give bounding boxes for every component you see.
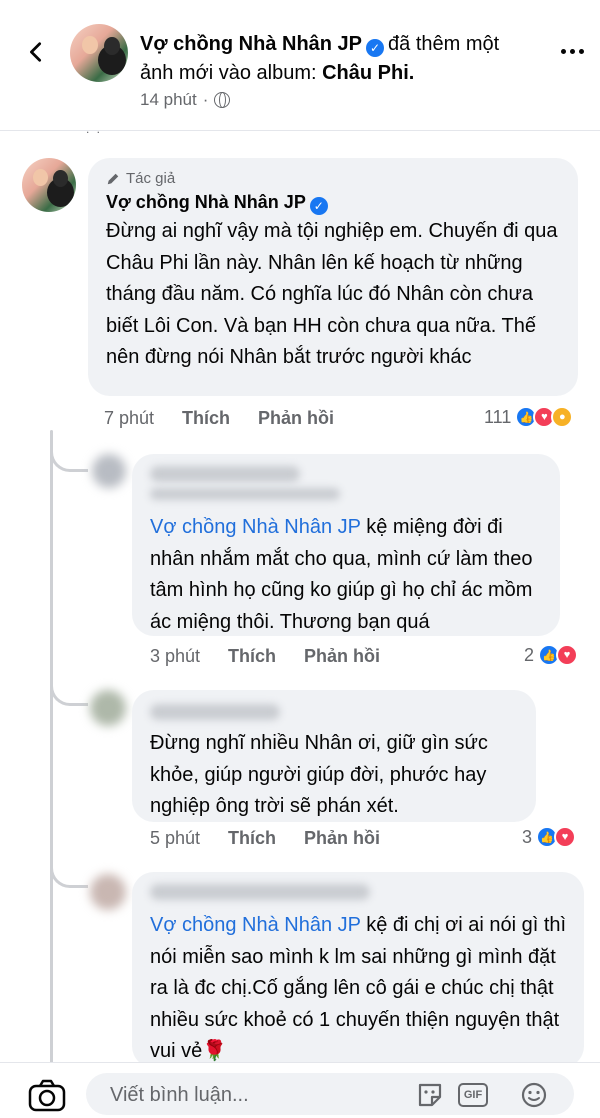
reply-bubble[interactable]: Vợ chồng Nhà Nhân JP kệ miệng đời đi nhâ… bbox=[132, 454, 560, 636]
comment-input[interactable]: Viết bình luận... GIF bbox=[86, 1073, 574, 1115]
reply-actions: 3 phút Thích Phản hồi bbox=[150, 646, 380, 667]
ellipsis-marker: . . bbox=[86, 122, 103, 136]
reply-avatar[interactable] bbox=[90, 874, 126, 910]
globe-icon bbox=[214, 92, 231, 108]
like-button[interactable]: Thích bbox=[182, 408, 230, 429]
reply-time[interactable]: 5 phút bbox=[150, 828, 200, 849]
reaction-count: 111 bbox=[484, 406, 512, 427]
comment-actions: 7 phút Thích Phản hồi bbox=[104, 408, 334, 429]
reply-author-name[interactable] bbox=[150, 884, 370, 900]
reply-button[interactable]: Phản hồi bbox=[304, 828, 380, 849]
reaction-summary[interactable]: 2 👍 ♥ bbox=[524, 644, 579, 666]
post-title: Vợ chồng Nhà Nhân JP ✓ đã thêm một ảnh mới… bbox=[140, 30, 520, 88]
thread-connector bbox=[50, 852, 88, 888]
reply-avatar[interactable] bbox=[90, 690, 126, 726]
chevron-left-icon bbox=[30, 42, 42, 62]
comment-placeholder: Viết bình luận... bbox=[110, 1084, 249, 1106]
reaction-count: 2 bbox=[524, 644, 535, 665]
post-header: Vợ chồng Nhà Nhân JP ✓ đã thêm một ảnh mới… bbox=[0, 0, 600, 130]
care-reaction-icon: ● bbox=[551, 406, 574, 428]
reaction-summary[interactable]: 3 👍 ♥ bbox=[522, 826, 577, 848]
page-name[interactable]: Vợ chồng Nhà Nhân JP bbox=[140, 33, 362, 55]
comment-time[interactable]: 7 phút bbox=[104, 408, 154, 429]
reply-time[interactable]: 3 phút bbox=[150, 646, 200, 667]
comment-text: Đừng ai nghĩ vậy mà tội nghiệp em. Chuyế… bbox=[106, 220, 558, 368]
reply-text: Đừng nghĩ nhiều Nhân ơi, giữ gìn sức khỏ… bbox=[150, 732, 488, 817]
reply-bubble[interactable]: Vợ chồng Nhà Nhân JP kệ đi chị ơi ai nói… bbox=[132, 872, 584, 1068]
mention-link[interactable]: Vợ chồng Nhà Nhân JP bbox=[150, 516, 361, 538]
reply-text: Vợ chồng Nhà Nhân JP kệ đi chị ơi ai nói… bbox=[150, 914, 567, 1062]
verified-badge-icon: ✓ bbox=[309, 197, 328, 215]
verified-badge-icon: ✓ bbox=[366, 39, 385, 57]
reply-avatar[interactable] bbox=[92, 454, 126, 488]
author-badge-label: Tác giả bbox=[126, 170, 176, 187]
reaction-count: 3 bbox=[522, 826, 533, 847]
emoji-icon[interactable] bbox=[520, 1081, 548, 1109]
reply-button[interactable]: Phản hồi bbox=[258, 408, 334, 429]
camera-icon bbox=[28, 1079, 66, 1112]
reply-author-name bbox=[150, 488, 340, 500]
album-name[interactable]: Châu Phi. bbox=[322, 62, 414, 84]
post-meta: 14 phút · bbox=[140, 90, 231, 110]
camera-button[interactable] bbox=[28, 1079, 66, 1113]
reply-text: Vợ chồng Nhà Nhân JP kệ miệng đời đi nhâ… bbox=[150, 516, 533, 633]
reply-button[interactable]: Phản hồi bbox=[304, 646, 380, 667]
reaction-summary[interactable]: 111 👍 ♥ ● bbox=[484, 406, 574, 428]
comment-composer: Viết bình luận... GIF bbox=[0, 1062, 600, 1118]
comment-author-name[interactable]: Vợ chồng Nhà Nhân JP ✓ bbox=[106, 192, 332, 215]
reply-actions: 5 phút Thích Phản hồi bbox=[150, 828, 380, 849]
page-avatar[interactable] bbox=[70, 24, 128, 82]
love-reaction-icon: ♥ bbox=[554, 826, 577, 848]
mention-link[interactable]: Vợ chồng Nhà Nhân JP bbox=[150, 914, 361, 936]
love-reaction-icon: ♥ bbox=[556, 644, 579, 666]
back-button[interactable] bbox=[20, 34, 52, 70]
thread-line bbox=[50, 430, 53, 1090]
reply-author-name[interactable] bbox=[150, 466, 300, 482]
author-badge: Tác giả bbox=[106, 170, 175, 187]
post-time[interactable]: 14 phút bbox=[140, 90, 197, 110]
thread-connector bbox=[50, 436, 88, 472]
more-options-button[interactable] bbox=[558, 42, 586, 60]
author-avatar[interactable] bbox=[22, 158, 76, 212]
gif-button[interactable]: GIF bbox=[458, 1083, 488, 1107]
reply-bubble[interactable]: Đừng nghĩ nhiều Nhân ơi, giữ gìn sức khỏ… bbox=[132, 690, 536, 822]
pencil-icon bbox=[107, 173, 119, 184]
comment-bubble[interactable]: Tác giả Vợ chồng Nhà Nhân JP ✓ Đừng ai ng… bbox=[88, 158, 578, 396]
like-button[interactable]: Thích bbox=[228, 828, 276, 849]
like-button[interactable]: Thích bbox=[228, 646, 276, 667]
thread-connector bbox=[50, 670, 88, 706]
reply-author-name[interactable] bbox=[150, 704, 280, 720]
sticker-icon[interactable] bbox=[416, 1081, 444, 1109]
